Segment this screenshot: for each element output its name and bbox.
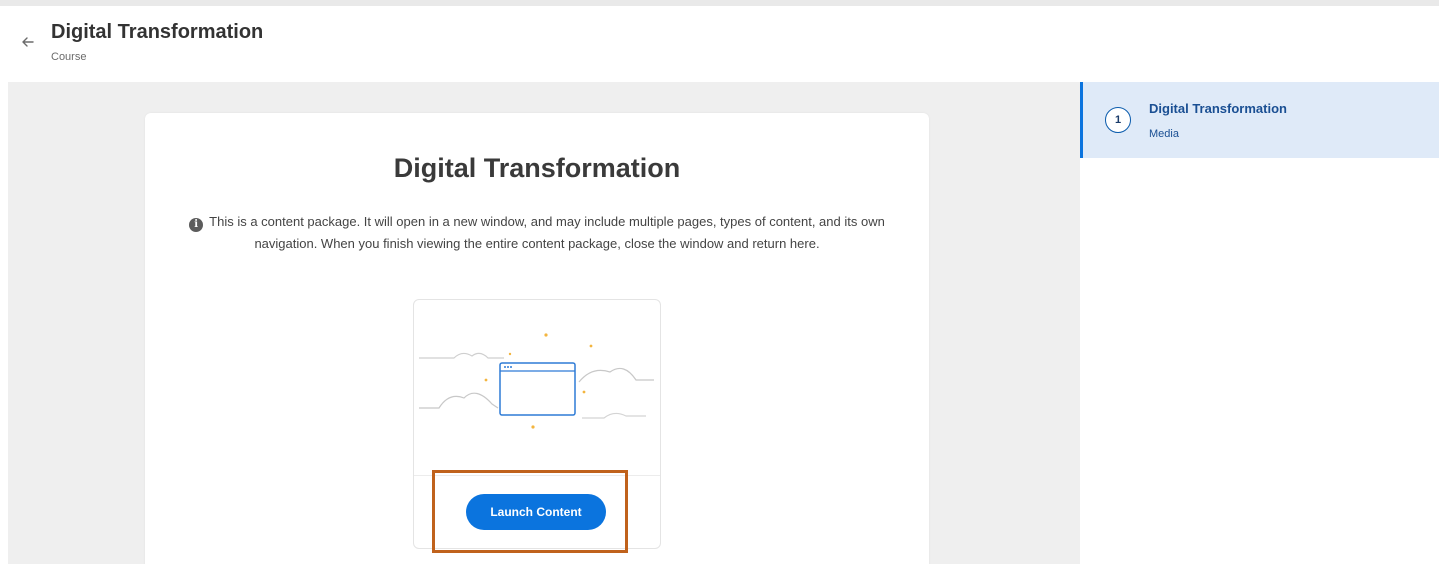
page-header: Digital Transformation Course	[0, 6, 1439, 82]
content-title: Digital Transformation	[393, 153, 681, 183]
lesson-sidebar: 1 Digital Transformation Media	[1080, 82, 1439, 564]
page-subtitle: Course	[51, 51, 87, 63]
browser-window-illustration	[414, 300, 660, 476]
sidebar-item-digital-transformation[interactable]: 1 Digital Transformation Media	[1080, 82, 1439, 158]
back-button[interactable]	[16, 32, 40, 56]
page-title: Digital Transformation	[51, 21, 264, 43]
info-message: i This is a content package. It will open…	[180, 211, 894, 255]
launch-button-highlight	[432, 470, 628, 553]
info-circle-icon: i	[189, 218, 204, 232]
arrow-left-icon	[20, 34, 36, 55]
step-number-badge: 1	[1105, 107, 1131, 133]
sidebar-item-type: Media	[1149, 128, 1179, 140]
sidebar-item-title: Digital Transformation	[1149, 101, 1287, 116]
info-text: This is a content package. It will open …	[209, 214, 885, 251]
